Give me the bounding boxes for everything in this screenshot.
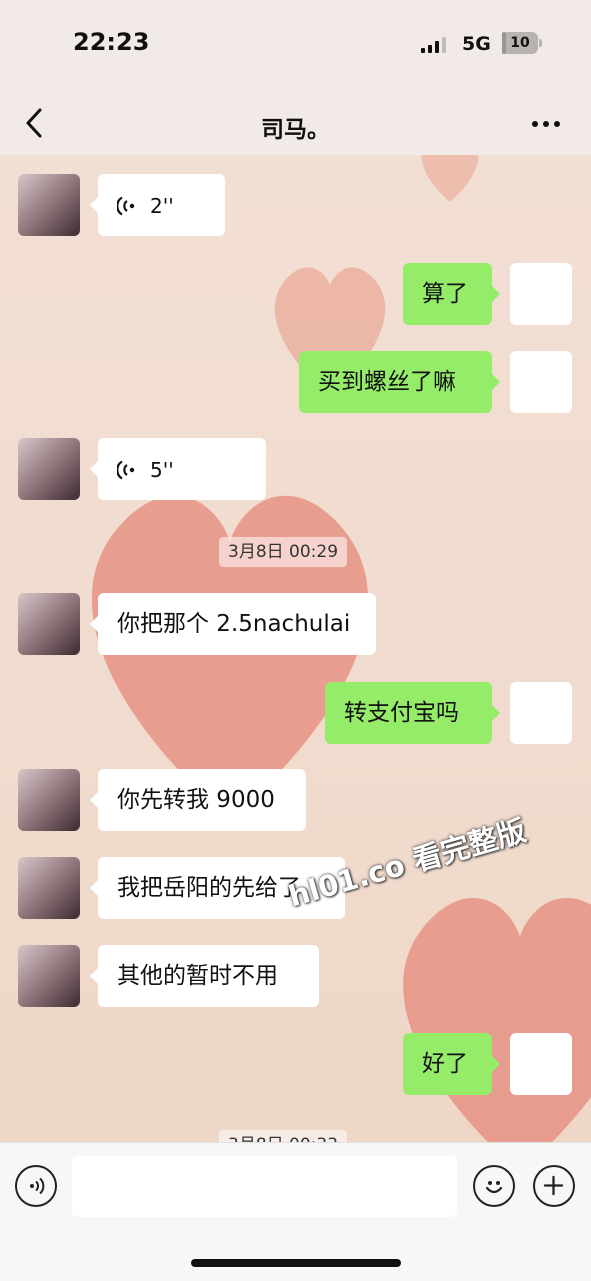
voice-wave-icon bbox=[117, 460, 135, 480]
message-timestamp: 3月8日 00:29 bbox=[219, 537, 348, 567]
user-avatar[interactable] bbox=[510, 351, 572, 413]
bubble-tail bbox=[492, 1056, 500, 1072]
battery-fill bbox=[502, 32, 506, 54]
received-message[interactable]: 其他的暂时不用 bbox=[98, 945, 319, 1007]
contact-avatar[interactable] bbox=[18, 945, 80, 1007]
signal-icon bbox=[421, 37, 446, 53]
sent-message[interactable]: 买到螺丝了嘛 bbox=[299, 351, 492, 413]
received-message[interactable]: 你先转我 9000 bbox=[98, 769, 306, 831]
battery-level: 10 bbox=[510, 35, 530, 51]
voice-duration: 2'' bbox=[150, 194, 174, 218]
contact-avatar[interactable] bbox=[18, 857, 80, 919]
plus-icon[interactable] bbox=[533, 1165, 575, 1207]
bubble-tail bbox=[90, 197, 98, 213]
bubble-tail bbox=[90, 616, 98, 632]
message-input[interactable] bbox=[72, 1156, 457, 1217]
chat-title: 司马。 bbox=[261, 117, 330, 143]
heart-decoration bbox=[421, 155, 479, 202]
user-avatar[interactable] bbox=[510, 263, 572, 325]
user-avatar[interactable] bbox=[510, 682, 572, 744]
network-type: 5G bbox=[462, 33, 491, 55]
emoji-icon[interactable] bbox=[473, 1165, 515, 1207]
home-indicator bbox=[191, 1259, 401, 1267]
bubble-tail bbox=[90, 792, 98, 808]
voice-input-icon[interactable] bbox=[15, 1165, 57, 1207]
user-avatar[interactable] bbox=[510, 1033, 572, 1095]
voice-wave-icon bbox=[117, 196, 135, 216]
sent-message[interactable]: 好了 bbox=[403, 1033, 492, 1095]
contact-avatar[interactable] bbox=[18, 593, 80, 655]
voice-duration: 5'' bbox=[150, 458, 174, 482]
battery-indicator: 10 bbox=[502, 32, 538, 54]
bubble-tail bbox=[90, 968, 98, 984]
status-time: 22:23 bbox=[73, 28, 150, 56]
battery-tip bbox=[539, 39, 542, 47]
bubble-tail bbox=[90, 880, 98, 896]
sent-message[interactable]: 算了 bbox=[403, 263, 492, 325]
heart-decoration bbox=[403, 898, 591, 1142]
bubble-tail bbox=[492, 705, 500, 721]
contact-avatar[interactable] bbox=[18, 174, 80, 236]
bubble-tail bbox=[90, 461, 98, 477]
bubble-tail bbox=[492, 374, 500, 390]
contact-avatar[interactable] bbox=[18, 769, 80, 831]
message-timestamp: 3月8日 00:33 bbox=[219, 1130, 348, 1142]
contact-avatar[interactable] bbox=[18, 438, 80, 500]
bubble-tail bbox=[492, 286, 500, 302]
sent-message[interactable]: 转支付宝吗 bbox=[325, 682, 492, 744]
ellipsis-icon[interactable] bbox=[531, 119, 561, 129]
timestamp-clip: 3月8日 00:33 bbox=[0, 1124, 591, 1142]
status-bar: 22:23 5G 10 bbox=[0, 0, 591, 88]
received-message[interactable]: 你把那个 2.5nachulai bbox=[98, 593, 376, 655]
